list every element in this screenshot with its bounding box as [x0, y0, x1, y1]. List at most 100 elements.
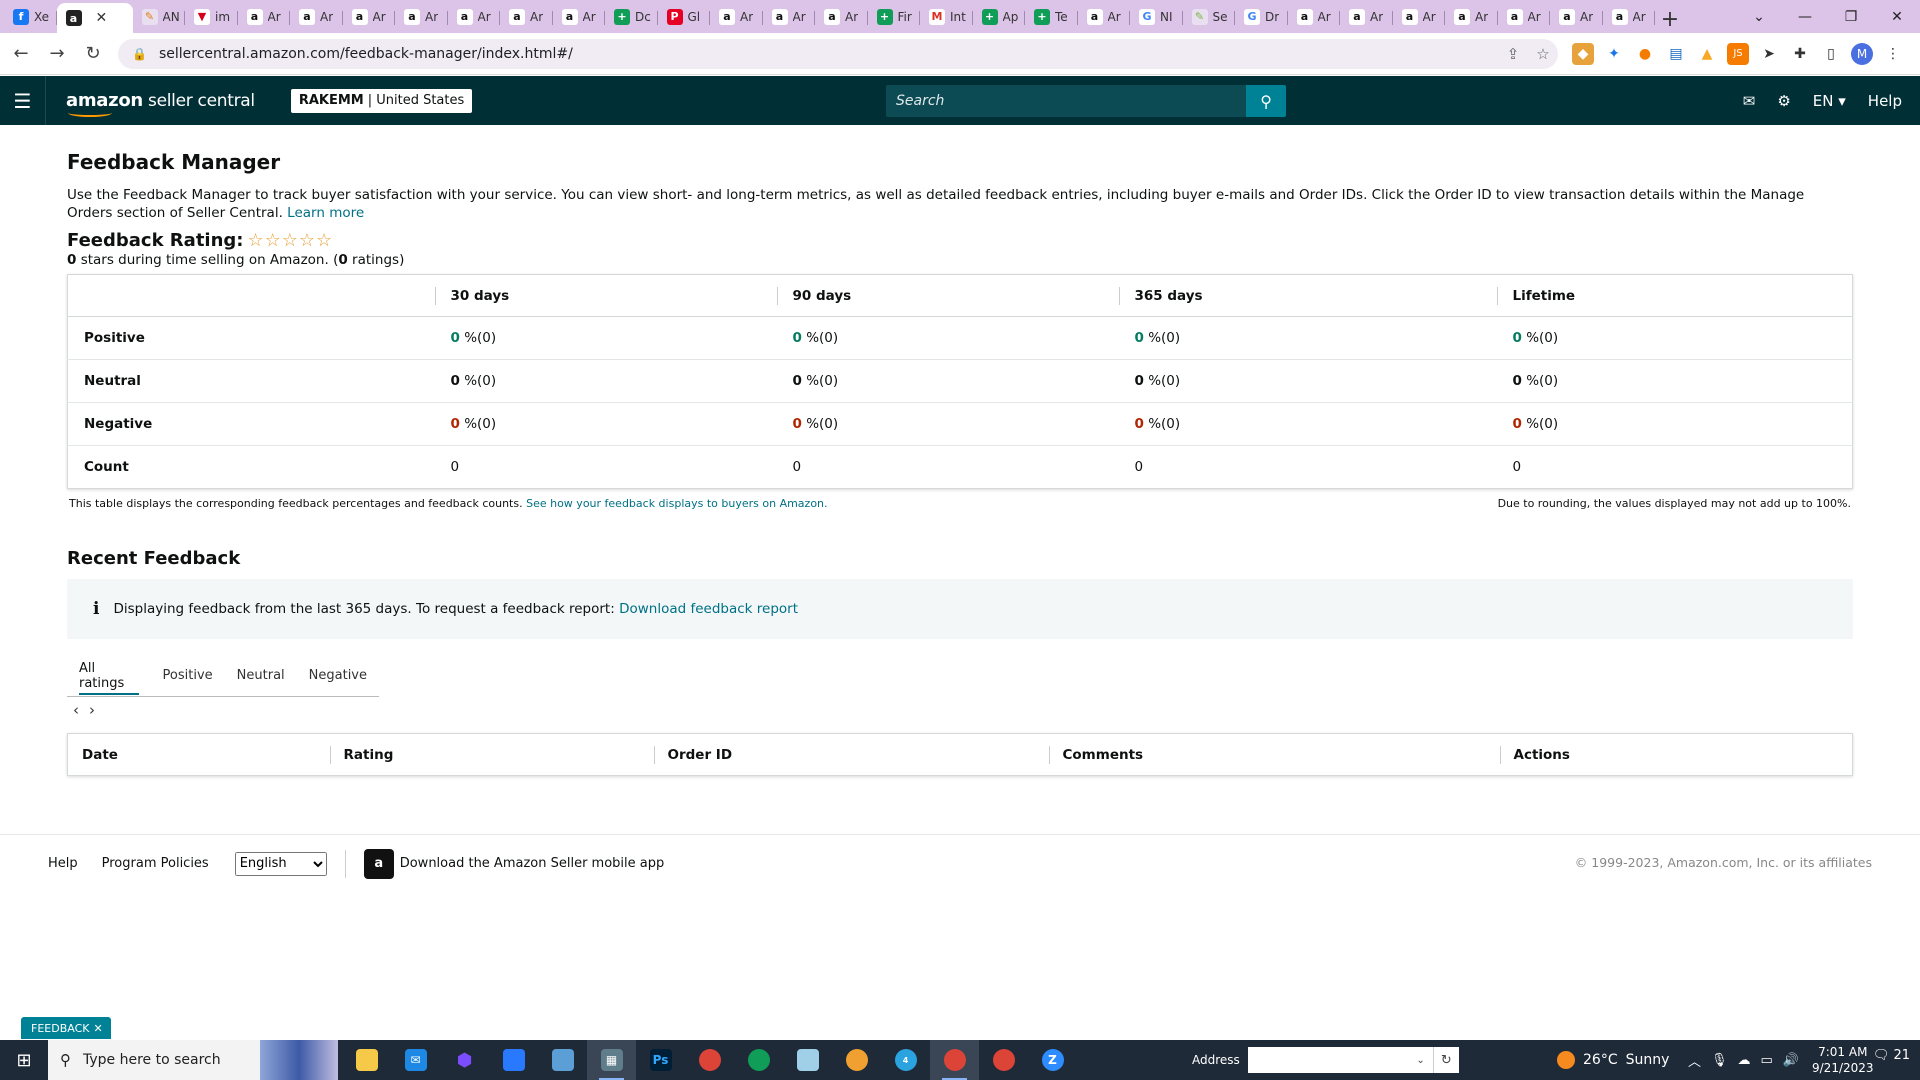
browser-tab[interactable]: G NI: [1130, 3, 1183, 31]
taskbar-telegram[interactable]: 4: [881, 1040, 930, 1080]
browser-tab[interactable]: a Ar: [1498, 3, 1551, 31]
browser-tab[interactable]: + Dc: [605, 3, 658, 31]
restore-button[interactable]: ❐: [1828, 0, 1874, 33]
address-bar[interactable]: 🔒 sellercentral.amazon.com/feedback-mana…: [118, 38, 1558, 69]
browser-tab[interactable]: ✎ AN: [133, 3, 186, 31]
tab-all-ratings[interactable]: All ratings: [67, 655, 151, 697]
browser-tab[interactable]: a Ar: [1603, 3, 1656, 31]
side-panel-icon[interactable]: ▯: [1820, 43, 1842, 65]
taskbar-chrome-profile[interactable]: [930, 1040, 979, 1080]
share-icon[interactable]: ⇪: [1498, 45, 1528, 63]
extension-warning-icon[interactable]: ▲: [1696, 43, 1718, 65]
address-input[interactable]: ⌄: [1247, 1047, 1433, 1073]
taskbar-mail[interactable]: ✉: [391, 1040, 440, 1080]
taskbar-search[interactable]: ⚲ Type here to search: [48, 1040, 338, 1080]
close-icon[interactable]: ✕: [93, 1022, 102, 1035]
tab-negative[interactable]: Negative: [297, 655, 379, 697]
column-rating[interactable]: Rating: [329, 734, 654, 776]
column-comments[interactable]: Comments: [1048, 734, 1500, 776]
profile-avatar[interactable]: M: [1851, 42, 1873, 65]
back-button[interactable]: ←: [6, 39, 36, 69]
volume-icon[interactable]: 🔊: [1783, 1053, 1799, 1068]
taskbar-file-explorer[interactable]: [342, 1040, 391, 1080]
taskbar-notepad-app[interactable]: [783, 1040, 832, 1080]
mail-icon[interactable]: ✉: [1743, 92, 1756, 110]
language-select[interactable]: English: [234, 851, 327, 876]
notification-center-icon[interactable]: 🗨 21: [1873, 1048, 1910, 1063]
weather-widget[interactable]: 26°C Sunny: [1557, 1040, 1669, 1080]
taskbar-monitor-app[interactable]: [538, 1040, 587, 1080]
browser-tab[interactable]: + Fir: [868, 3, 921, 31]
extension-js-icon[interactable]: JS: [1727, 42, 1749, 65]
lock-icon[interactable]: 🔒: [132, 47, 147, 61]
hamburger-menu-icon[interactable]: ☰: [0, 76, 46, 125]
extension-orange-icon[interactable]: ●: [1634, 43, 1656, 65]
browser-tab[interactable]: a Ar: [343, 3, 396, 31]
column-order-id[interactable]: Order ID: [653, 734, 1049, 776]
gear-icon[interactable]: ⚙: [1777, 92, 1790, 110]
browser-tab[interactable]: a Ar: [500, 3, 553, 31]
column-date[interactable]: Date: [68, 734, 330, 776]
taskbar-zoom[interactable]: Z: [1028, 1040, 1077, 1080]
microphone-icon[interactable]: 🎙: [1711, 1053, 1728, 1068]
extensions-puzzle-icon[interactable]: ✚: [1789, 43, 1811, 65]
search-input[interactable]: [886, 85, 1247, 117]
browser-tab[interactable]: a Ar: [238, 3, 291, 31]
cloud-icon[interactable]: ☁: [1738, 1053, 1751, 1068]
taskbar-hex-app[interactable]: ⬢: [440, 1040, 489, 1080]
chevron-up-icon[interactable]: ︿: [1688, 1051, 1701, 1070]
browser-tab[interactable]: a Ar: [1393, 3, 1446, 31]
tab-neutral[interactable]: Neutral: [225, 655, 297, 697]
bookmark-star-icon[interactable]: ☆: [1528, 45, 1558, 63]
taskbar-chrome[interactable]: [685, 1040, 734, 1080]
browser-tab[interactable]: a Ar: [553, 3, 606, 31]
close-window-button[interactable]: ✕: [1874, 0, 1920, 33]
browser-tab[interactable]: a Ar: [815, 3, 868, 31]
taskbar-calculator[interactable]: ▦: [587, 1040, 636, 1080]
browser-tab[interactable]: + Ap: [973, 3, 1026, 31]
learn-more-link[interactable]: Learn more: [287, 205, 364, 221]
taskbar-edge[interactable]: [734, 1040, 783, 1080]
footer-help-link[interactable]: Help: [48, 856, 78, 871]
windows-start-icon[interactable]: ⊞: [0, 1040, 48, 1080]
download-feedback-report-link[interactable]: Download feedback report: [619, 601, 798, 617]
language-selector[interactable]: EN ▾: [1813, 92, 1846, 110]
tab-positive[interactable]: Positive: [151, 655, 225, 697]
help-link[interactable]: Help: [1868, 92, 1902, 110]
store-selector[interactable]: RAKEMM | United States: [290, 88, 473, 113]
address-go-icon[interactable]: ↻: [1432, 1047, 1459, 1073]
browser-tab[interactable]: a Ar: [1550, 3, 1603, 31]
taskbar-store[interactable]: [489, 1040, 538, 1080]
see-feedback-display-link[interactable]: See how your feedback displays to buyers…: [526, 497, 827, 510]
browser-tab[interactable]: ▼ im: [185, 3, 238, 31]
browser-tab[interactable]: ✎ Se: [1183, 3, 1236, 31]
browser-menu-icon[interactable]: ⋮: [1882, 43, 1904, 65]
extension-arrow-icon[interactable]: ➤: [1758, 43, 1780, 65]
chevron-right-icon[interactable]: ›: [89, 701, 95, 719]
reload-button[interactable]: ↻: [78, 39, 108, 69]
browser-tab[interactable]: a Ar: [290, 3, 343, 31]
browser-tab[interactable]: a Ar: [1078, 3, 1131, 31]
mobile-app-link[interactable]: a Download the Amazon Seller mobile app: [363, 848, 664, 879]
new-tab-button[interactable]: +: [1655, 5, 1685, 33]
program-policies-link[interactable]: Program Policies: [102, 856, 209, 871]
extension-chart-icon[interactable]: ▤: [1665, 43, 1687, 65]
extension-blue-icon[interactable]: ✦: [1603, 43, 1625, 65]
chevron-left-icon[interactable]: ‹: [73, 701, 79, 719]
search-button[interactable]: ⚲: [1246, 85, 1286, 117]
forward-button[interactable]: →: [42, 39, 72, 69]
browser-tab[interactable]: P Gl: [658, 3, 711, 31]
browser-tab[interactable]: a Ar: [1340, 3, 1393, 31]
browser-tab[interactable]: G Dr: [1235, 3, 1288, 31]
browser-tab[interactable]: a Ar: [448, 3, 501, 31]
network-icon[interactable]: ▭: [1761, 1053, 1773, 1068]
taskbar-chrome-2[interactable]: [979, 1040, 1028, 1080]
tab-search-icon[interactable]: ⌄: [1736, 0, 1782, 33]
browser-tab[interactable]: f Xe: [4, 3, 57, 31]
close-tab-icon[interactable]: ✕: [96, 10, 108, 26]
feedback-tab[interactable]: FEEDBACK ✕: [21, 1017, 111, 1039]
extension-honey-icon[interactable]: ◆: [1572, 42, 1594, 65]
column-actions[interactable]: Actions: [1499, 734, 1853, 776]
system-clock[interactable]: 7:01 AM 9/21/2023: [1812, 1044, 1874, 1076]
browser-tab[interactable]: a Ar: [395, 3, 448, 31]
